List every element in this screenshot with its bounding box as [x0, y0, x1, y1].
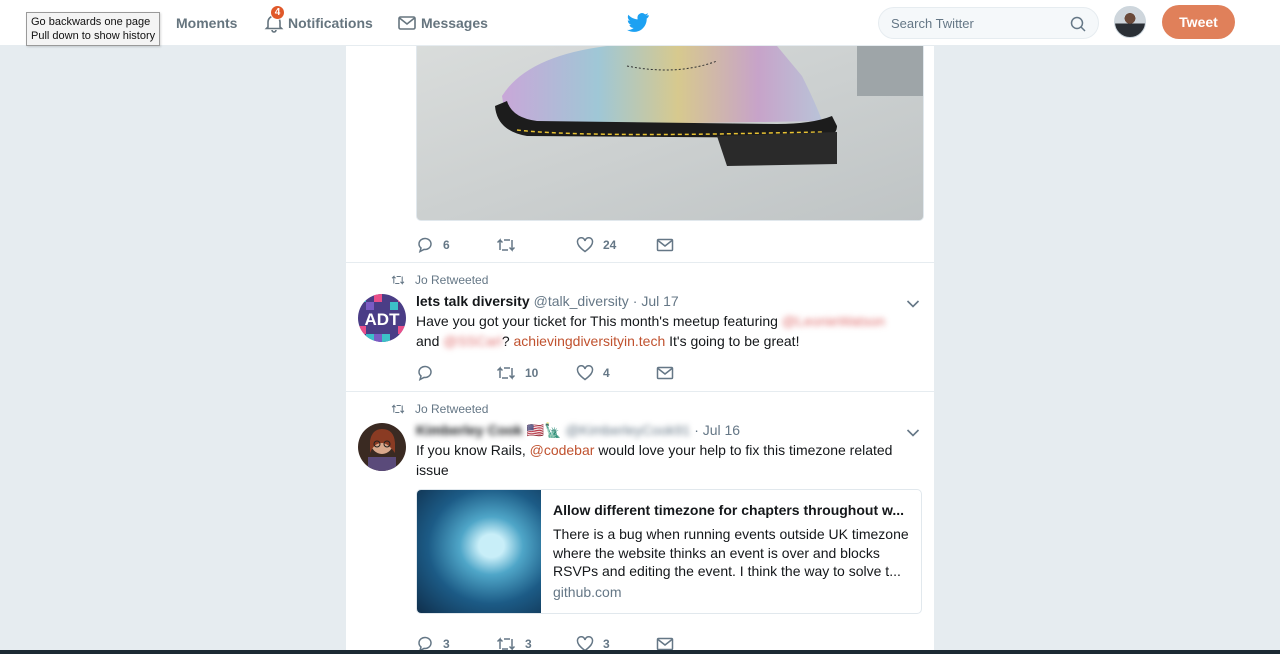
timeline: 6 24 Jo Retweeted ADT lets talk diversit…: [346, 46, 934, 654]
tooltip-line-1: Go backwards one page: [31, 16, 151, 28]
nav-moments-label: Moments: [176, 15, 238, 31]
retweet-context: Jo Retweeted: [391, 273, 488, 287]
reply-button[interactable]: [416, 365, 496, 381]
tweet-text-part: ?: [501, 333, 510, 349]
tweet-header: Kimberley Cook 🇺🇸🗽 @KimberleyCook91 · Ju…: [416, 422, 740, 439]
nav-notifications-label: Notifications: [288, 15, 373, 31]
tweet-author-handle[interactable]: @talk_diversity: [534, 293, 629, 309]
nav-messages[interactable]: Messages: [397, 12, 488, 34]
tweet-date[interactable]: · Jul 17: [633, 293, 679, 309]
envelope-icon: [656, 637, 674, 651]
like-count: 3: [603, 637, 610, 651]
tweet-photo[interactable]: [416, 46, 924, 221]
retweet-icon: [496, 238, 516, 252]
tweet-text-part: It's going to be great!: [669, 333, 800, 349]
mention-link[interactable]: @LeonieWatson: [782, 313, 885, 329]
url-link[interactable]: achievingdiversityin.tech: [514, 333, 666, 349]
window-bottom-edge: [0, 650, 1280, 654]
user-avatar[interactable]: [1114, 6, 1146, 38]
divider: [346, 262, 934, 263]
retweet-button[interactable]: [496, 237, 576, 253]
tweet-date[interactable]: · Jul 16: [694, 422, 740, 438]
envelope-icon: [656, 366, 674, 380]
chevron-down-icon[interactable]: [906, 425, 920, 443]
tweet-header: lets talk diversity @talk_diversity · Ju…: [416, 293, 679, 309]
nav-notifications[interactable]: 4 Notifications: [264, 5, 373, 34]
tweet-author-name[interactable]: Kimberley Cook: [416, 422, 523, 438]
nav-moments[interactable]: Moments: [176, 12, 237, 34]
back-button-tooltip: Go backwards one page Pull down to show …: [26, 12, 161, 46]
top-navigation-bar: Moments 4 Notifications Messages Tweet: [0, 0, 1280, 46]
retweet-icon: [391, 404, 405, 414]
reply-icon: [418, 237, 432, 253]
card-domain: github.com: [553, 584, 622, 600]
tweet-actions: 10 4: [416, 363, 736, 383]
heart-icon: [576, 237, 594, 253]
tweet-author-avatar[interactable]: [358, 423, 406, 471]
reply-icon: [418, 365, 432, 381]
direct-message-button[interactable]: [656, 637, 736, 651]
tweet-author-name[interactable]: lets talk diversity: [416, 293, 530, 309]
search-box[interactable]: [878, 7, 1099, 39]
like-count: 24: [603, 238, 617, 252]
tweet-text-part: If you know Rails,: [416, 442, 526, 458]
divider: [346, 391, 934, 392]
tweet-text-part: Have you got your ticket for This month'…: [416, 313, 778, 329]
retweet-context: Jo Retweeted: [391, 402, 488, 416]
direct-message-button[interactable]: [656, 366, 736, 380]
link-preview-card[interactable]: Allow different timezone for chapters th…: [416, 489, 922, 614]
like-count: 4: [603, 366, 610, 380]
reply-count: 3: [443, 637, 450, 651]
tweet-actions: 6 24: [416, 235, 736, 255]
flag-emojis: 🇺🇸🗽: [526, 422, 562, 438]
retweet-context-label[interactable]: Jo Retweeted: [415, 273, 488, 287]
direct-message-button[interactable]: [656, 238, 736, 252]
card-description: There is a bug when running events outsi…: [553, 526, 909, 579]
tweet-text-part: and: [416, 333, 440, 349]
tooltip-line-2: Pull down to show history: [31, 30, 156, 42]
retweet-button[interactable]: 10: [496, 365, 576, 381]
like-button[interactable]: 24: [576, 237, 656, 253]
nav-messages-label: Messages: [421, 15, 488, 31]
reply-button[interactable]: 6: [416, 237, 496, 253]
tweet-text: Have you got your ticket for This month'…: [416, 311, 916, 351]
reply-count: 6: [443, 238, 450, 252]
retweet-icon: [496, 366, 516, 380]
card-title: Allow different timezone for chapters th…: [553, 502, 905, 518]
retweet-icon: [391, 275, 405, 285]
bell-icon: 4: [264, 5, 285, 33]
envelope-icon: [656, 238, 674, 252]
envelope-icon: [397, 13, 417, 33]
retweet-count: 3: [525, 637, 532, 651]
mention-link[interactable]: @SSCarl: [443, 333, 502, 349]
card-image: [417, 490, 541, 613]
search-icon[interactable]: [1070, 16, 1086, 32]
notification-count-badge: 4: [270, 5, 285, 20]
retweet-count: 10: [525, 366, 539, 380]
heart-icon: [576, 365, 594, 381]
mention-link[interactable]: @codebar: [530, 442, 595, 458]
tweet-author-avatar[interactable]: ADT: [358, 294, 406, 342]
search-input[interactable]: [891, 14, 1061, 32]
like-button[interactable]: 4: [576, 365, 656, 381]
tweet-text: If you know Rails, @codebar would love y…: [416, 440, 906, 480]
twitter-bird-logo-icon[interactable]: [627, 12, 649, 37]
retweet-context-label[interactable]: Jo Retweeted: [415, 402, 488, 416]
tweet-author-handle[interactable]: @KimberleyCook91: [565, 422, 690, 438]
tweet-button[interactable]: Tweet: [1162, 5, 1235, 39]
avatar-text: ADT: [365, 310, 401, 329]
